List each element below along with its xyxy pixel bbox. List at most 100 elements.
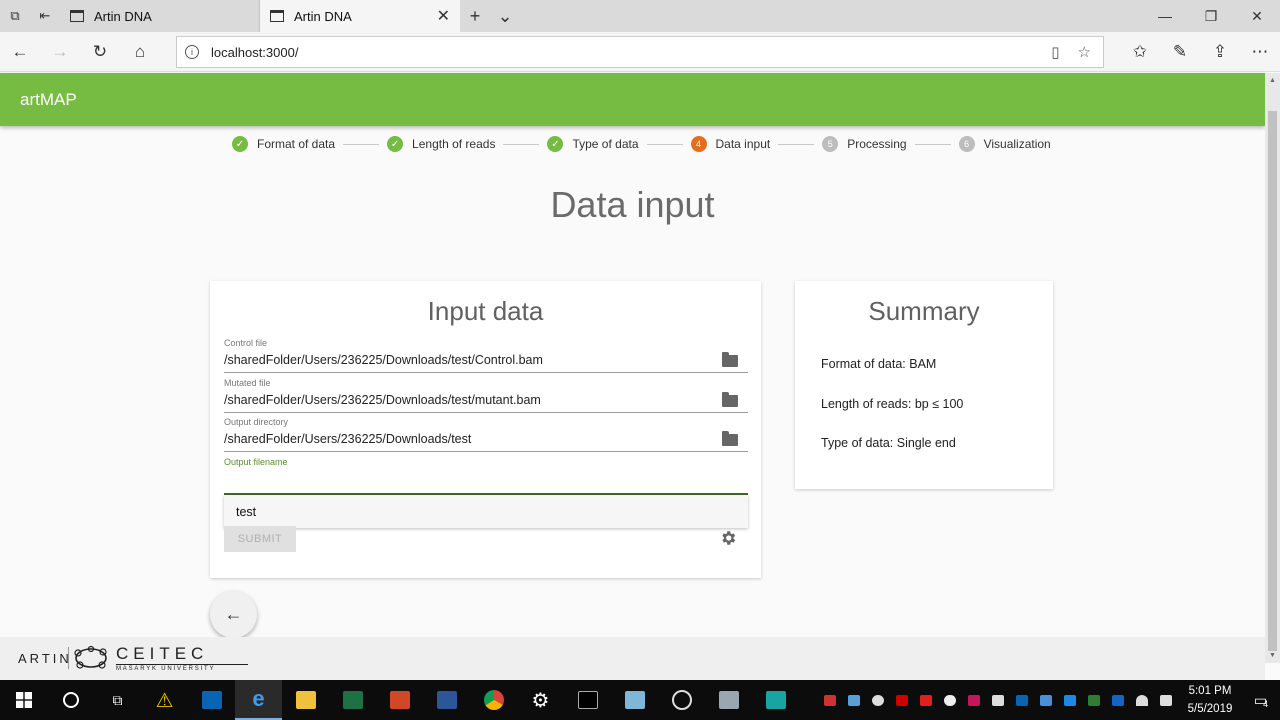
browser-tab-1[interactable]: Artin DNA bbox=[60, 0, 260, 32]
favorite-star-icon[interactable]: ☆ bbox=[1078, 43, 1091, 61]
folder-icon[interactable] bbox=[722, 431, 738, 446]
tray-icon-9[interactable] bbox=[1010, 680, 1034, 720]
defender-icon[interactable] bbox=[1082, 680, 1106, 720]
windows-taskbar: ⧉ ⚠ e ⚙ 5:01 PM 5/5/2019 ▭ 4 bbox=[0, 680, 1280, 720]
more-options-icon[interactable]: ⋯ bbox=[1240, 32, 1280, 72]
app-title[interactable]: artMAP bbox=[20, 90, 77, 110]
scrollbar-thumb[interactable] bbox=[1268, 111, 1277, 651]
submit-button[interactable]: SUBMIT bbox=[224, 526, 296, 552]
taskbar-app-vm[interactable] bbox=[752, 680, 799, 720]
control-file-field[interactable]: Control file /sharedFolder/Users/236225/… bbox=[224, 338, 748, 373]
close-tab-icon[interactable]: ✕ bbox=[437, 6, 450, 26]
folder-icon[interactable] bbox=[722, 352, 738, 367]
site-info-icon[interactable]: i bbox=[185, 45, 199, 59]
tab-preview-chevron-icon[interactable]: ⌄ bbox=[490, 0, 520, 32]
task-view-button[interactable]: ⧉ bbox=[94, 680, 141, 720]
taskbar-app-chrome[interactable] bbox=[470, 680, 517, 720]
taskbar-app-word[interactable] bbox=[423, 680, 470, 720]
taskbar-app-terminal[interactable] bbox=[564, 680, 611, 720]
forward-button[interactable]: → bbox=[40, 32, 80, 72]
check-icon: ✓ bbox=[232, 136, 248, 152]
refresh-button[interactable]: ↻ bbox=[80, 32, 120, 72]
onedrive-icon[interactable] bbox=[938, 680, 962, 720]
tabs-aside-icon[interactable]: ⇤ bbox=[30, 0, 60, 32]
mutated-file-field[interactable]: Mutated file /sharedFolder/Users/236225/… bbox=[224, 378, 748, 413]
taskbar-app-excel[interactable] bbox=[329, 680, 376, 720]
tray-icon-8[interactable] bbox=[986, 680, 1010, 720]
taskbar-app-settings[interactable]: ⚙ bbox=[517, 680, 564, 720]
input-data-card: Input data Control file /sharedFolder/Us… bbox=[210, 281, 761, 578]
task-view-icon: ⧉ bbox=[112, 691, 123, 708]
step-number: 6 bbox=[958, 136, 975, 152]
restore-button[interactable]: ❐ bbox=[1188, 0, 1234, 32]
start-button[interactable] bbox=[0, 680, 47, 720]
browser-tab-2[interactable]: Artin DNA ✕ bbox=[260, 0, 460, 32]
summary-format: Format of data: BAM bbox=[821, 357, 937, 371]
back-button[interactable]: ← bbox=[0, 32, 40, 72]
back-step-button[interactable]: ← bbox=[210, 591, 257, 638]
mutated-file-input[interactable]: /sharedFolder/Users/236225/Downloads/tes… bbox=[224, 393, 541, 407]
settings-gear-icon[interactable] bbox=[719, 529, 737, 547]
taskbar-clock[interactable]: 5:01 PM 5/5/2019 bbox=[1178, 682, 1242, 718]
page-title: Data input bbox=[550, 184, 715, 225]
tab-title: Artin DNA bbox=[94, 8, 152, 24]
page-icon bbox=[270, 10, 284, 22]
minimize-button[interactable]: — bbox=[1142, 0, 1188, 32]
word-icon bbox=[436, 691, 457, 709]
taskbar-app-powerpoint[interactable] bbox=[376, 680, 423, 720]
tray-icon-3[interactable] bbox=[866, 680, 890, 720]
folder-icon[interactable] bbox=[722, 392, 738, 407]
step-type-of-data: ✓ Type of data bbox=[547, 136, 639, 152]
tray-icon-4[interactable] bbox=[890, 680, 914, 720]
control-file-input[interactable]: /sharedFolder/Users/236225/Downloads/tes… bbox=[224, 353, 543, 367]
arrow-left-icon: ← bbox=[224, 604, 243, 624]
taskbar-app-warning[interactable]: ⚠ bbox=[141, 680, 188, 720]
bluetooth-icon[interactable] bbox=[1058, 680, 1082, 720]
cortana-icon bbox=[62, 692, 79, 708]
taskbar-app-explorer[interactable] bbox=[282, 680, 329, 720]
output-filename-field[interactable]: Output filename bbox=[224, 457, 748, 495]
tray-icon-5[interactable] bbox=[914, 680, 938, 720]
step-visualization: 6 Visualization bbox=[958, 136, 1051, 152]
wifi-icon[interactable] bbox=[1130, 680, 1154, 720]
autocomplete-suggestion[interactable]: test bbox=[224, 495, 748, 528]
share-icon[interactable]: ⇪ bbox=[1200, 32, 1240, 72]
tray-icon-7[interactable] bbox=[962, 680, 986, 720]
output-directory-field[interactable]: Output directory /sharedFolder/Users/236… bbox=[224, 417, 748, 452]
scroll-down-icon[interactable]: ▼ bbox=[1269, 652, 1276, 659]
taskbar-app-notes[interactable] bbox=[611, 680, 658, 720]
tray-icon-10[interactable] bbox=[1034, 680, 1058, 720]
step-label: Visualization bbox=[983, 137, 1051, 151]
volume-icon[interactable] bbox=[1154, 680, 1178, 720]
taskbar-app-outlook[interactable] bbox=[188, 680, 235, 720]
close-window-button[interactable]: ✕ bbox=[1234, 0, 1280, 32]
tab-title: Artin DNA bbox=[294, 8, 352, 24]
reading-view-icon[interactable]: ▯ bbox=[1051, 43, 1059, 61]
taskbar-app-obs[interactable] bbox=[658, 680, 705, 720]
new-tab-button[interactable]: + bbox=[460, 0, 490, 32]
tray-icon-1[interactable] bbox=[818, 680, 842, 720]
web-note-icon[interactable]: ✎ bbox=[1160, 32, 1200, 72]
step-label: Format of data bbox=[257, 137, 336, 151]
field-underline bbox=[224, 451, 748, 452]
favorites-hub-icon[interactable]: ✩ bbox=[1120, 32, 1160, 72]
taskbar-app-files[interactable] bbox=[705, 680, 752, 720]
address-bar[interactable]: i localhost:3000/ ▯ ☆ bbox=[176, 36, 1104, 68]
cortana-search-button[interactable] bbox=[47, 680, 94, 720]
page-scrollbar[interactable]: ▲ ▼ bbox=[1265, 73, 1280, 663]
taskbar-app-edge[interactable]: e bbox=[235, 680, 282, 720]
warning-icon: ⚠ bbox=[155, 689, 174, 712]
clock-time: 5:01 PM bbox=[1188, 685, 1232, 697]
action-center-button[interactable]: ▭ 4 bbox=[1242, 691, 1280, 710]
step-connector bbox=[343, 143, 380, 145]
scroll-up-icon[interactable]: ▲ bbox=[1269, 77, 1276, 84]
output-directory-input[interactable]: /sharedFolder/Users/236225/Downloads/tes… bbox=[224, 432, 471, 446]
url-text[interactable]: localhost:3000/ bbox=[211, 45, 298, 60]
home-button[interactable]: ⌂ bbox=[120, 32, 160, 72]
tray-icon-13[interactable] bbox=[1106, 680, 1130, 720]
files-icon bbox=[718, 691, 739, 709]
tray-icon-2[interactable] bbox=[842, 680, 866, 720]
tab-manager-icon[interactable]: ⧉ bbox=[0, 0, 30, 32]
step-length-of-reads: ✓ Length of reads bbox=[387, 136, 495, 152]
ceitec-logo-icon bbox=[74, 645, 107, 669]
